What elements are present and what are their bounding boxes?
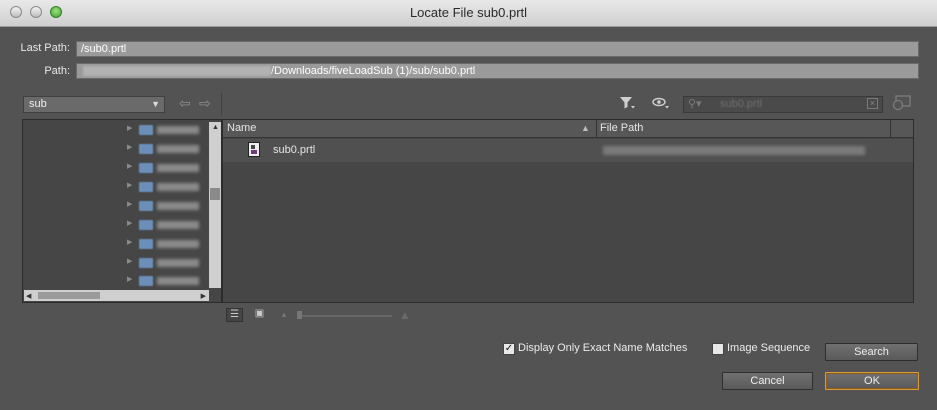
exact-match-label: Display Only Exact Name Matches: [518, 342, 688, 354]
back-arrow-icon[interactable]: ⇦: [179, 95, 191, 112]
slider-thumb[interactable]: [297, 311, 302, 319]
locate-file-dialog: Last Path: /sub0.prtl Path: /Downloads/f…: [0, 27, 937, 410]
expand-triangle-icon[interactable]: ▶: [127, 143, 132, 151]
search-placeholder: sub0.prtl: [720, 98, 763, 110]
image-sequence-label: Image Sequence: [727, 342, 811, 354]
path-icon[interactable]: [890, 95, 912, 114]
tree-horizontal-scrollbar[interactable]: ◀ ▶: [24, 290, 209, 301]
tree-vertical-scroll-thumb[interactable]: [210, 188, 220, 200]
cancel-button[interactable]: Cancel: [722, 372, 813, 390]
list-view-icon[interactable]: ☰: [226, 308, 243, 322]
path-value: /Downloads/fiveLoadSub (1)/sub/sub0.prtl: [271, 65, 476, 77]
folder-icon: [139, 182, 153, 192]
folder-icon: [139, 258, 153, 268]
folder-tree[interactable]: ▶ ▶ ▶ ▶ ▶ ▶ ▶ ▶ ▶ ▲ ◀ ▶: [22, 119, 222, 303]
last-path-field: /sub0.prtl: [76, 41, 919, 57]
search-button[interactable]: Search: [825, 343, 918, 361]
column-name-header[interactable]: Name: [227, 122, 256, 134]
folder-icon: [139, 163, 153, 173]
last-path-value: /sub0.prtl: [81, 43, 127, 55]
folder-icon: [139, 276, 153, 286]
expand-triangle-icon[interactable]: ▶: [127, 181, 132, 189]
folder-icon: [139, 144, 153, 154]
column-file-path-header[interactable]: File Path: [600, 122, 643, 134]
tree-horizontal-scroll-thumb[interactable]: [38, 292, 100, 299]
folder-icon: [139, 201, 153, 211]
window-title: Locate File sub0.prtl: [409, 5, 528, 20]
icon-view-icon[interactable]: ▣: [251, 308, 268, 322]
zoom-out-icon[interactable]: ▲: [280, 310, 288, 319]
scroll-left-icon[interactable]: ◀: [26, 292, 31, 300]
folder-icon: [139, 125, 153, 135]
filter-icon[interactable]: [619, 96, 635, 113]
file-name: sub0.prtl: [273, 144, 316, 156]
folder-dropdown[interactable]: sub ▼: [23, 96, 165, 113]
expand-triangle-icon[interactable]: ▶: [127, 162, 132, 170]
eye-icon[interactable]: [652, 96, 670, 113]
thumbnail-size-slider[interactable]: [297, 311, 392, 319]
expand-triangle-icon[interactable]: ▶: [127, 238, 132, 246]
last-path-label: Last Path:: [20, 42, 70, 54]
exact-match-checkbox[interactable]: ✓: [503, 343, 515, 355]
folder-icon: [139, 220, 153, 230]
toolbar-divider: [221, 93, 222, 115]
redacted-path-prefix: [83, 66, 271, 77]
search-icon[interactable]: ⚲▾: [688, 97, 702, 112]
folder-icon: [139, 239, 153, 249]
expand-triangle-icon[interactable]: ▶: [127, 257, 132, 265]
path-label: Path:: [44, 65, 70, 77]
file-list-header: Name ▲ File Path: [223, 120, 913, 138]
expand-triangle-icon[interactable]: ▶: [127, 219, 132, 227]
expand-triangle-icon[interactable]: ▶: [127, 275, 132, 283]
tree-vertical-scrollbar[interactable]: ▲: [209, 122, 221, 288]
zoom-in-icon[interactable]: ▲: [399, 308, 411, 322]
clear-search-icon[interactable]: ×: [867, 98, 878, 109]
dropdown-arrow-icon: ▼: [151, 99, 160, 109]
forward-arrow-icon[interactable]: ⇨: [199, 95, 211, 112]
scroll-right-icon[interactable]: ▶: [201, 292, 206, 300]
title-bar: Locate File sub0.prtl: [0, 0, 937, 27]
expand-triangle-icon[interactable]: ▶: [127, 124, 132, 132]
table-row[interactable]: sub0.prtl: [223, 139, 913, 162]
image-sequence-checkbox[interactable]: [712, 343, 724, 355]
file-list[interactable]: Name ▲ File Path sub0.prtl: [222, 119, 914, 303]
sort-ascending-icon[interactable]: ▲: [581, 123, 590, 133]
scroll-up-icon[interactable]: ▲: [212, 124, 219, 131]
file-icon: [248, 142, 260, 157]
redacted-file-path: [603, 146, 865, 155]
folder-dropdown-value: sub: [29, 98, 47, 110]
expand-triangle-icon[interactable]: ▶: [127, 200, 132, 208]
search-input[interactable]: ⚲▾ sub0.prtl ×: [683, 96, 883, 113]
ok-button[interactable]: OK: [825, 372, 919, 390]
path-field: /Downloads/fiveLoadSub (1)/sub/sub0.prtl: [76, 63, 919, 79]
